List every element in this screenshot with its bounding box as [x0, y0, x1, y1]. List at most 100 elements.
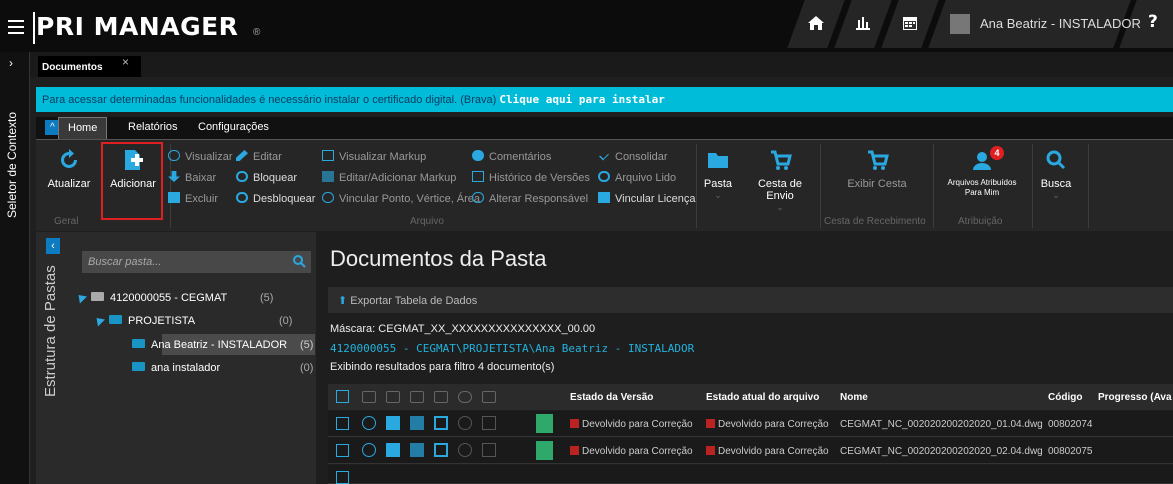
calendar-icon[interactable]	[434, 416, 448, 430]
folder-icon	[91, 292, 104, 301]
dwg-file-icon[interactable]	[536, 441, 553, 460]
busca-button[interactable]: Busca ⌄	[1036, 148, 1076, 201]
certificate-banner: Para acessar determinadas funcionalidade…	[36, 87, 1173, 112]
alterar-responsavel-button[interactable]: Alterar Responsável	[472, 192, 588, 205]
search-icon[interactable]	[292, 254, 306, 268]
tree-node-ana-instalador[interactable]: ana instalador (0)	[132, 362, 313, 374]
mask-text: Máscara: CEGMAT_XX_XXXXXXXXXXXXXXX_00.00	[330, 323, 596, 335]
cart-col-icon	[386, 391, 400, 403]
filter-summary: Exibindo resultados para filtro 4 docume…	[330, 361, 555, 373]
consolidar-button[interactable]: Consolidar	[598, 150, 668, 163]
table-row[interactable]	[328, 465, 1173, 484]
editar-button[interactable]: Editar	[236, 150, 282, 163]
preview-icon[interactable]	[482, 416, 496, 430]
arquivo-lido-button[interactable]: Arquivo Lido	[598, 171, 676, 184]
expanded-icon	[92, 314, 106, 327]
col-codigo[interactable]: Código	[1048, 392, 1082, 403]
collapse-panel-icon[interactable]: ‹	[46, 238, 60, 254]
expand-chevron-icon[interactable]: ›	[9, 56, 13, 70]
calendar-icon[interactable]	[901, 14, 921, 32]
refresh-button[interactable]: Atualizar	[44, 148, 94, 190]
edit-icon	[236, 150, 248, 161]
calendar-col-icon	[434, 391, 448, 403]
tree-node-projetista[interactable]: PROJETISTA (0)	[92, 314, 292, 327]
cart-icon[interactable]	[386, 443, 400, 457]
row-checkbox[interactable]	[336, 444, 349, 457]
ribbon-tab-configuracoes[interactable]: Configurações	[198, 121, 269, 133]
view-icon[interactable]	[362, 416, 376, 430]
table-row[interactable]: Devolvido para Correção Devolvido para C…	[328, 411, 1173, 437]
banner-text: Para acessar determinadas funcionalidade…	[42, 94, 497, 106]
ribbon-tab-home[interactable]: Home	[58, 117, 108, 139]
calendar-icon[interactable]	[434, 443, 448, 457]
col-progresso[interactable]: Progresso (Ava	[1098, 392, 1172, 403]
expanded-icon	[74, 291, 88, 304]
export-button[interactable]: ⬆ Exportar Tabela de Dados	[328, 287, 1173, 313]
excluir-button[interactable]: Excluir	[168, 192, 218, 205]
ribbon: Atualizar Adicionar Geral Visualizar Bai…	[36, 139, 1173, 231]
cart-icon	[771, 150, 792, 170]
chart-icon[interactable]	[854, 14, 874, 32]
row-checkbox[interactable]	[336, 471, 349, 484]
vincular-ponto-button[interactable]: Vincular Ponto, Vértice, Área	[322, 192, 480, 205]
link-icon[interactable]	[458, 443, 472, 457]
trash-icon	[168, 192, 180, 203]
nome: CEGMAT_NC_002020200202020_01.04.dwg	[840, 419, 1043, 430]
check-icon	[599, 150, 609, 161]
visualizar-markup-button[interactable]: Visualizar Markup	[322, 150, 426, 163]
editar-markup-button[interactable]: Editar/Adicionar Markup	[322, 171, 456, 184]
dwg-file-icon[interactable]	[536, 414, 553, 433]
estado-atual: Devolvido para Correção	[706, 446, 829, 457]
preview-icon[interactable]	[482, 443, 496, 457]
app-logo: PRI MANAGER	[36, 12, 239, 41]
tab-documentos[interactable]: Documentos ×	[38, 55, 141, 77]
status-dot	[706, 419, 715, 428]
baixar-button[interactable]: Baixar	[168, 171, 216, 184]
desbloquear-button[interactable]: Desbloquear	[236, 192, 315, 205]
user-name[interactable]: Ana Beatriz - INSTALADOR	[980, 16, 1141, 31]
tree-node-ana-beatriz[interactable]: Ana Beatriz - INSTALADOR (5)	[132, 339, 313, 351]
help-button[interactable]: ?	[1148, 12, 1158, 32]
codigo: 00802074	[1048, 419, 1093, 430]
home-icon[interactable]	[807, 14, 827, 32]
col-estado-atual[interactable]: Estado atual do arquivo	[706, 392, 819, 403]
menu-icon[interactable]	[8, 18, 30, 38]
pasta-button[interactable]: Pasta ⌄	[698, 148, 738, 201]
col-estado-versao[interactable]: Estado da Versão	[570, 392, 653, 403]
cart-icon[interactable]	[386, 416, 400, 430]
visualizar-button[interactable]: Visualizar	[168, 150, 233, 163]
bloquear-button[interactable]: Bloquear	[236, 171, 297, 184]
folder-path[interactable]: 4120000055 - CEGMAT\PROJETISTA\Ana Beatr…	[330, 342, 694, 355]
folder-icon	[132, 339, 145, 348]
ribbon-tab-relatorios[interactable]: Relatórios	[128, 121, 178, 133]
select-all-checkbox[interactable]	[336, 390, 349, 403]
link-point-icon	[322, 192, 334, 203]
refresh-icon	[61, 149, 77, 168]
historico-button[interactable]: Histórico de Versões	[472, 171, 590, 184]
arquivos-atribuidos-button[interactable]: Arquivos Atribuídos Para Mim	[934, 148, 1030, 198]
install-link[interactable]: Clique aqui para instalar	[499, 93, 665, 106]
registered-mark: ®	[253, 27, 261, 38]
cart-send-icon[interactable]	[410, 443, 424, 457]
estado-versao: Devolvido para Correção	[570, 446, 693, 457]
context-selector[interactable]: Seletor de Contexto	[5, 78, 19, 218]
cesta-envio-button[interactable]: Cesta de Envio ⌄	[744, 148, 816, 213]
status-dot	[570, 446, 579, 455]
table-row[interactable]: Devolvido para Correção Devolvido para C…	[328, 438, 1173, 464]
row-checkbox[interactable]	[336, 417, 349, 430]
context-rail: › Seletor de Contexto	[0, 52, 30, 484]
col-nome[interactable]: Nome	[840, 392, 868, 403]
exibir-cesta-button[interactable]: Exibir Cesta	[822, 148, 932, 190]
cart-send-icon[interactable]	[410, 416, 424, 430]
folder-search-input[interactable]: Buscar pasta...	[82, 251, 311, 273]
link-icon[interactable]	[458, 416, 472, 430]
estado-versao: Devolvido para Correção	[570, 419, 693, 430]
comentarios-button[interactable]: Comentários	[472, 150, 551, 163]
unlock-icon	[236, 192, 248, 203]
view-icon[interactable]	[362, 443, 376, 457]
tree-node-cegmat[interactable]: 4120000055 - CEGMAT (5)	[74, 291, 273, 304]
user-avatar[interactable]	[950, 14, 970, 34]
tab-close-icon[interactable]: ×	[122, 55, 129, 69]
vincular-licenca-button[interactable]: Vincular Licença	[598, 192, 696, 205]
download-icon	[168, 171, 180, 182]
